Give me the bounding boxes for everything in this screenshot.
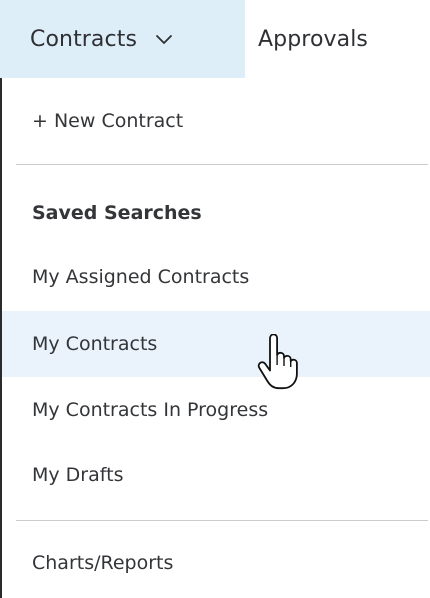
menu-item-label: My Drafts <box>32 464 124 486</box>
saved-searches-heading: Saved Searches <box>2 178 430 248</box>
menu-item-my-assigned-contracts[interactable]: My Assigned Contracts <box>2 244 430 310</box>
charts-reports-label: Charts/Reports <box>32 552 174 574</box>
new-contract-label: + New Contract <box>32 110 184 132</box>
chevron-down-icon <box>156 35 172 44</box>
tab-contracts[interactable]: Contracts <box>0 0 245 78</box>
tab-approvals[interactable]: Approvals <box>258 0 430 78</box>
menu-item-charts-reports[interactable]: Charts/Reports <box>2 530 430 596</box>
menu-item-label: My Contracts <box>32 333 158 355</box>
menu-item-my-contracts-in-progress[interactable]: My Contracts In Progress <box>2 377 430 443</box>
menu-item-my-drafts[interactable]: My Drafts <box>2 443 430 507</box>
menu-item-label: My Contracts In Progress <box>32 399 269 421</box>
new-contract-item[interactable]: + New Contract <box>2 78 430 164</box>
menu-item-my-contracts[interactable]: My Contracts <box>2 311 430 377</box>
saved-searches-label: Saved Searches <box>32 202 202 224</box>
menu-divider <box>16 520 428 521</box>
menu-divider <box>16 164 428 165</box>
menu-item-label: My Assigned Contracts <box>32 266 250 288</box>
tab-approvals-label: Approvals <box>258 26 368 52</box>
contracts-dropdown-menu: + New Contract Saved Searches My Assigne… <box>0 78 430 598</box>
tab-contracts-label: Contracts <box>30 26 138 52</box>
contracts-menu-screen: Contracts Approvals + New Contract Saved… <box>0 0 430 598</box>
top-navigation: Contracts Approvals <box>0 0 430 78</box>
